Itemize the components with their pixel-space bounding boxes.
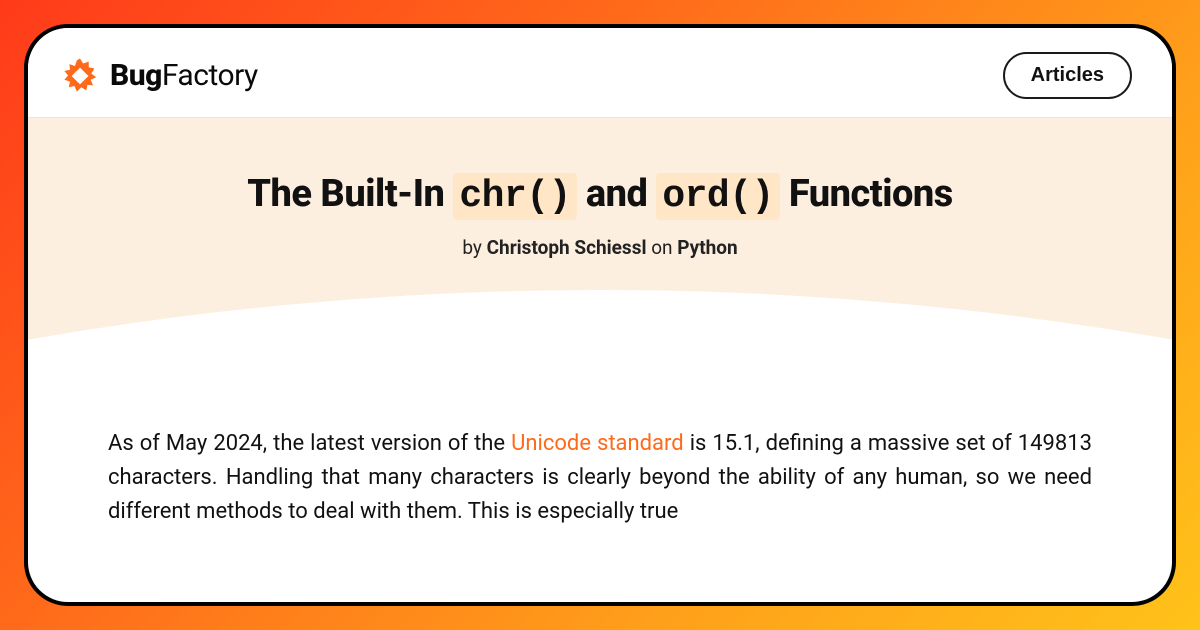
gear-icon [60,56,100,96]
intro-paragraph: As of May 2024, the latest version of th… [108,427,1092,529]
code-chr: chr() [453,173,577,220]
brand-name: BugFactory [110,58,258,93]
page-title: The Built-In chr() and ord() Functions [68,172,1132,218]
content-card: BugFactory Articles The Built-In chr() a… [24,24,1176,606]
hero-band: The Built-In chr() and ord() Functions b… [28,118,1172,379]
articles-button[interactable]: Articles [1003,52,1132,99]
topic-name: Python [677,236,737,259]
unicode-standard-link[interactable]: Unicode standard [511,431,684,456]
byline: by Christoph Schiessl on Python [68,236,1132,259]
hero-curve [24,260,1176,380]
header: BugFactory Articles [28,28,1172,118]
article-body: As of May 2024, the latest version of th… [28,379,1172,529]
brand-logo[interactable]: BugFactory [60,56,258,96]
gradient-background: BugFactory Articles The Built-In chr() a… [0,0,1200,630]
author-name: Christoph Schiessl [487,236,647,259]
code-ord: ord() [656,173,780,220]
